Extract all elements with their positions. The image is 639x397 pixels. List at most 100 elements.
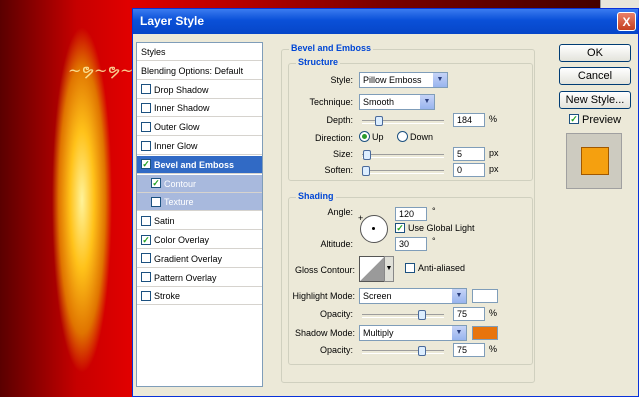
- checkbox-icon[interactable]: ✓: [141, 159, 151, 170]
- checkbox-icon[interactable]: [141, 253, 151, 264]
- technique-value: Smooth: [363, 97, 395, 107]
- close-button[interactable]: X: [617, 12, 636, 31]
- shadow-opacity-slider[interactable]: [362, 346, 444, 356]
- shadow-opacity-thumb[interactable]: [417, 346, 426, 356]
- angle-center-dot: [372, 227, 375, 230]
- section-title: Bevel and Emboss: [289, 43, 374, 53]
- style-list-item[interactable]: Inner Glow: [137, 137, 262, 155]
- shadow-opacity-input[interactable]: 75: [453, 343, 485, 357]
- altitude-input[interactable]: 30: [395, 237, 427, 251]
- anti-aliased-label: Anti-aliased: [418, 263, 466, 273]
- direction-label: Direction:: [314, 133, 353, 143]
- anti-aliased-checkbox[interactable]: Anti-aliased: [405, 262, 466, 274]
- checkbox-icon[interactable]: [141, 291, 151, 302]
- altitude-label: Altitude:: [320, 239, 353, 249]
- soften-slider-thumb[interactable]: [362, 166, 370, 176]
- style-list-label: Outer Glow: [154, 122, 200, 133]
- checkbox-icon[interactable]: ✓: [151, 178, 161, 189]
- style-list-label: Inner Shadow: [154, 103, 210, 114]
- depth-label: Depth:: [326, 115, 353, 125]
- checkbox-icon[interactable]: [141, 140, 151, 151]
- shadow-mode-value: Multiply: [363, 328, 394, 338]
- style-list-item[interactable]: Outer Glow: [137, 118, 262, 137]
- style-list-label: Satin: [154, 216, 175, 227]
- highlight-mode-label: Highlight Mode:: [292, 291, 355, 301]
- engraved-text: ~ຯ~ຯ~ຯ~ຯ~ຯ~ຯ: [68, 60, 224, 82]
- checkbox-icon[interactable]: [141, 103, 151, 114]
- checkbox-icon[interactable]: [151, 197, 161, 208]
- angle-unit: °: [432, 206, 436, 216]
- style-list-item[interactable]: Pattern Overlay: [137, 269, 262, 287]
- depth-input[interactable]: 184: [453, 113, 485, 127]
- layer-style-dialog: Layer Style X Styles Blending Options: De…: [132, 8, 639, 397]
- soften-input[interactable]: 0: [453, 163, 485, 177]
- highlight-opacity-label: Opacity:: [319, 309, 353, 319]
- preview-checkbox[interactable]: ✓ Preview: [569, 114, 621, 126]
- global-light-checkbox[interactable]: ✓ Use Global Light: [395, 222, 475, 234]
- style-list-label: Pattern Overlay: [154, 272, 217, 283]
- highlight-opacity-input[interactable]: 75: [453, 307, 485, 321]
- checkbox-icon: ✓: [569, 114, 579, 125]
- style-list-item[interactable]: Inner Shadow: [137, 99, 262, 118]
- style-select[interactable]: Pillow Emboss ▼: [359, 72, 448, 88]
- direction-down-label: Down: [410, 132, 434, 142]
- checkbox-icon[interactable]: ✓: [141, 234, 151, 245]
- style-list-label: Gradient Overlay: [154, 253, 223, 264]
- chevron-down-icon: ▼: [433, 73, 447, 87]
- angle-wheel[interactable]: +: [358, 213, 388, 243]
- highlight-mode-select[interactable]: Screen ▼: [359, 288, 467, 304]
- contour-linear-icon: [360, 257, 384, 281]
- technique-select[interactable]: Smooth ▼: [359, 94, 435, 110]
- style-list-item[interactable]: ✓ Color Overlay: [137, 231, 262, 249]
- highlight-opacity-thumb[interactable]: [417, 310, 426, 320]
- checkbox-icon[interactable]: [141, 84, 151, 95]
- checkbox-icon[interactable]: [141, 215, 151, 226]
- chevron-down-icon: ▼: [452, 326, 466, 340]
- style-list-label: Stroke: [154, 291, 181, 302]
- angle-label: Angle:: [327, 207, 353, 217]
- direction-up-radio[interactable]: Up: [359, 131, 384, 143]
- highlight-opacity-slider[interactable]: [362, 310, 444, 320]
- style-list-item[interactable]: ✓ Bevel and Emboss: [137, 155, 262, 174]
- ok-button[interactable]: OK: [559, 44, 631, 62]
- size-label: Size:: [332, 149, 353, 159]
- style-list-item[interactable]: Gradient Overlay: [137, 250, 262, 268]
- style-list-item[interactable]: Texture: [137, 193, 262, 212]
- altitude-unit: °: [432, 236, 436, 246]
- size-input[interactable]: 5: [453, 147, 485, 161]
- depth-slider-thumb[interactable]: [375, 116, 384, 126]
- radio-icon: [397, 131, 408, 143]
- style-list-item[interactable]: Satin: [137, 212, 262, 231]
- size-slider[interactable]: [362, 150, 444, 160]
- chevron-down-icon[interactable]: ▼: [384, 256, 394, 282]
- shadow-mode-select[interactable]: Multiply ▼: [359, 325, 467, 341]
- highlight-mode-value: Screen: [363, 291, 392, 301]
- gloss-contour-picker[interactable]: [359, 256, 385, 282]
- new-style-button[interactable]: New Style...: [559, 91, 631, 109]
- highlight-color-swatch[interactable]: [472, 289, 498, 303]
- crosshair-icon: +: [358, 213, 364, 223]
- checkbox-icon[interactable]: [141, 121, 151, 132]
- angle-input[interactable]: 120: [395, 207, 427, 221]
- style-label: Style:: [330, 75, 353, 85]
- style-list-label: Contour: [164, 178, 197, 189]
- depth-unit: %: [489, 114, 498, 124]
- checkbox-icon[interactable]: [141, 272, 151, 283]
- dialog-title: Layer Style: [140, 14, 205, 28]
- style-list-item[interactable]: Stroke: [137, 287, 262, 306]
- style-list-item[interactable]: Blending Options: Default: [137, 62, 262, 80]
- preview-label: Preview: [582, 114, 622, 126]
- depth-slider[interactable]: [362, 116, 444, 126]
- chevron-down-icon: ▼: [452, 289, 466, 303]
- shadow-color-swatch[interactable]: [472, 326, 498, 340]
- style-list-item[interactable]: Drop Shadow: [137, 81, 262, 99]
- size-slider-thumb[interactable]: [363, 150, 372, 160]
- direction-down-radio[interactable]: Down: [397, 131, 434, 143]
- soften-slider[interactable]: [362, 166, 444, 176]
- style-list-label: Styles: [141, 47, 166, 57]
- style-list-item[interactable]: Styles: [137, 43, 262, 61]
- dialog-titlebar: Layer Style X: [133, 9, 638, 34]
- style-list-item[interactable]: ✓ Contour: [137, 174, 262, 193]
- cancel-button[interactable]: Cancel: [559, 67, 631, 85]
- style-list-label: Drop Shadow: [154, 84, 209, 95]
